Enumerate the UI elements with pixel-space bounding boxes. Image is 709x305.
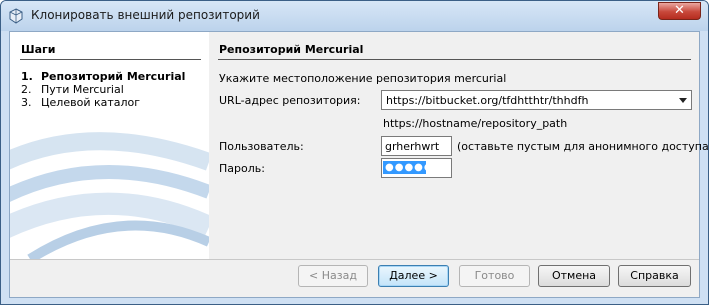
cancel-button[interactable]: Отмена [538,265,610,287]
close-icon: ✕ [674,3,685,18]
step-label: Пути Mercurial [41,83,124,96]
user-field[interactable]: grherhwrt [381,136,452,156]
form-title: Репозиторий Mercurial [219,43,364,56]
url-label: URL-адрес репозитория: [219,94,361,107]
form-description: Укажите местоположение репозитория mercu… [219,72,507,85]
step-label: Целевой каталог [41,96,141,109]
password-field[interactable]: ●●●●●● [381,158,452,178]
user-label: Пользователь: [219,140,304,153]
close-button[interactable]: ✕ [658,2,701,20]
button-bar-divider [10,259,699,260]
title-bar[interactable]: Клонировать внешний репозиторий ✕ [1,1,708,31]
user-value: grherhwrt [385,140,440,153]
step-item-2: 2. Пути Mercurial [21,83,185,96]
steps-list: 1. Репозиторий Mercurial 2. Пути Mercurial… [21,70,185,109]
step-item-1: 1. Репозиторий Mercurial [21,70,185,83]
step-number: 2. [21,83,32,96]
dialog-body: Шаги 1. Репозиторий Mercurial 2. Пути Merc… [9,31,708,298]
app-icon [9,8,23,24]
url-value: https://bitbucket.org/tfdhtthtr/thhdfh [386,94,589,107]
steps-divider [20,59,201,60]
url-hint: https://hostname/repository_path [383,117,568,130]
steps-panel: Шаги 1. Репозиторий Mercurial 2. Пути Merc… [10,32,210,259]
step-item-3: 3. Целевой каталог [21,96,185,109]
back-button[interactable]: < Назад [298,265,368,287]
help-button[interactable]: Справка [618,265,691,287]
form-divider [218,59,691,60]
user-hint: (оставьте пустым для анонимного доступа) [457,140,709,153]
password-label: Пароль: [219,162,265,175]
finish-button[interactable]: Готово [459,265,530,287]
password-value: ●●●●●● [383,161,444,174]
window-title: Клонировать внешний репозиторий [31,8,260,22]
step-number: 3. [21,96,32,109]
form-panel: Репозиторий Mercurial Укажите местополож… [209,32,708,259]
step-number: 1. [21,70,33,83]
chevron-down-icon[interactable] [679,98,687,103]
decorative-swoosh [10,132,209,259]
url-combobox[interactable]: https://bitbucket.org/tfdhtthtr/thhdfh [381,90,692,110]
clone-dialog-window: Клонировать внешний репозиторий ✕ Шаги 1… [0,0,709,305]
next-button[interactable]: Далее > [378,265,449,287]
step-label: Репозиторий Mercurial [41,70,186,83]
steps-title: Шаги [21,43,56,56]
